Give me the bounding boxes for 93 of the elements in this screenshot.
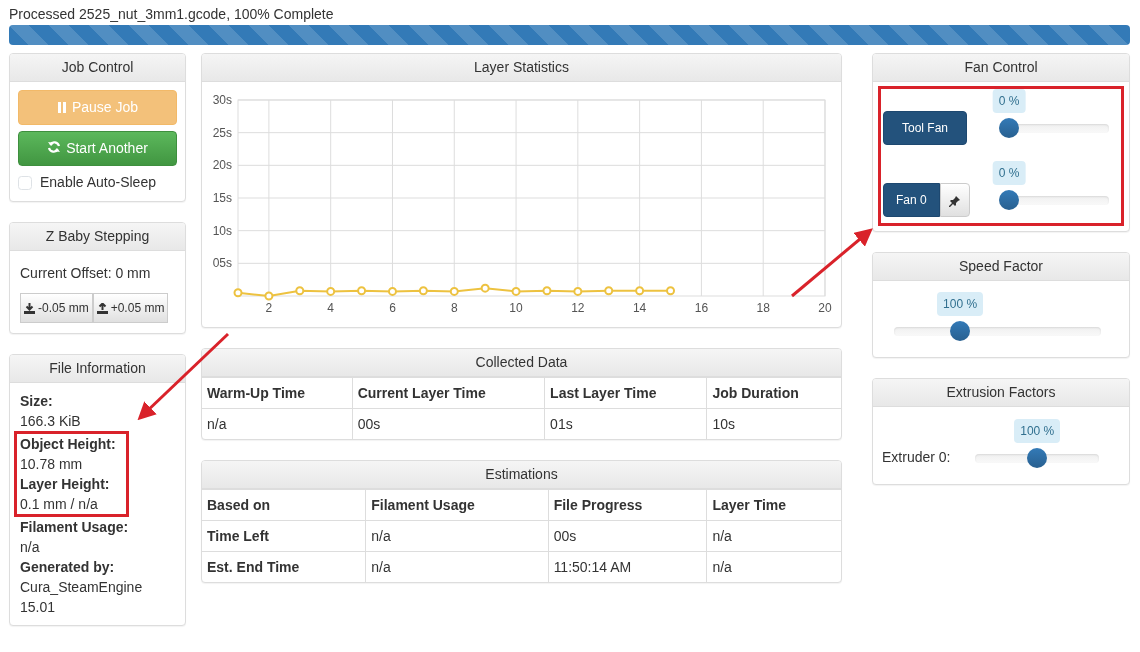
row-header: Time Left xyxy=(202,520,366,552)
data-point xyxy=(357,286,367,296)
info-label: Layer Height: xyxy=(20,475,111,494)
data-point xyxy=(326,286,336,296)
table-cell: n/a xyxy=(365,520,549,552)
x-tick-label: 4 xyxy=(327,301,335,315)
table-cell: n/a xyxy=(365,551,549,582)
data-point xyxy=(295,286,305,296)
pause-icon xyxy=(56,102,67,113)
step-down-button[interactable]: -0.05 mm xyxy=(20,293,93,323)
panel-title: Estimations xyxy=(202,461,841,489)
fan-button[interactable]: Tool Fan xyxy=(883,111,968,145)
data-point xyxy=(418,286,428,296)
info-value: Cura_SteamEngine 15.01 xyxy=(20,578,144,617)
x-tick-label: 12 xyxy=(571,301,585,315)
y-tick-label: 10s xyxy=(212,223,232,238)
current-offset: Current Offset: 0 mm xyxy=(20,264,152,283)
progress-label: Processed 2525_nut_3mm1.gcode, 100% Complete xyxy=(9,5,335,24)
data-point xyxy=(635,286,645,296)
upload-icon xyxy=(96,303,108,315)
data-point xyxy=(604,286,614,296)
x-tick-label: 8 xyxy=(450,301,458,315)
refresh-icon xyxy=(47,140,62,154)
info-label: Filament Usage: xyxy=(20,518,130,537)
column-header: Based on xyxy=(202,489,366,521)
column-header: Last Layer Time xyxy=(544,377,707,409)
info-label: Object Height: xyxy=(20,435,116,454)
x-tick-label: 6 xyxy=(389,301,396,315)
slider-thumb[interactable] xyxy=(999,118,1019,138)
data-point xyxy=(233,288,243,298)
panel-title: Speed Factor xyxy=(873,253,1129,281)
info-label: Generated by: xyxy=(20,558,116,577)
column-header: Layer Time xyxy=(706,489,841,521)
slider-value-tooltip: 0 % xyxy=(992,89,1026,113)
slider-thumb[interactable] xyxy=(950,321,971,341)
panel-title: Layer Statistics xyxy=(202,54,841,82)
slider-value-tooltip: 100 % xyxy=(937,292,984,316)
data-point xyxy=(542,286,552,296)
info-value: 10.78 mm xyxy=(20,455,84,474)
info-label: Size: xyxy=(20,392,54,411)
table-cell: n/a xyxy=(706,551,841,582)
step-up-button[interactable]: +0.05 mm xyxy=(92,293,169,323)
panel-title: Fan Control xyxy=(873,54,1129,82)
table-cell: 00s xyxy=(352,408,545,439)
data-point xyxy=(480,283,490,293)
slider-value-tooltip: 100 % xyxy=(1014,418,1061,443)
info-value: 0.1 mm / n/a xyxy=(20,495,99,514)
panel-title: Extrusion Factors xyxy=(873,379,1129,407)
table-cell: 00s xyxy=(548,520,707,552)
y-tick-label: 20s xyxy=(212,158,232,173)
data-point xyxy=(666,286,676,296)
checkbox-label: Enable Auto-Sleep xyxy=(40,173,156,192)
data-point xyxy=(511,286,521,296)
x-tick-label: 2 xyxy=(265,301,273,315)
pin-icon xyxy=(948,194,961,207)
table-cell: 11:50:14 AM xyxy=(548,551,707,582)
x-tick-label: 20 xyxy=(818,301,832,315)
column-header: Job Duration xyxy=(707,377,841,409)
slider-thumb[interactable] xyxy=(999,190,1019,210)
x-tick-label: 18 xyxy=(756,301,770,315)
slider-value-tooltip: 0 % xyxy=(992,161,1026,185)
info-value: n/a xyxy=(20,538,41,557)
y-tick-label: 15s xyxy=(212,191,232,205)
info-value: 166.3 KiB xyxy=(20,412,82,431)
y-tick-label: 30s xyxy=(212,93,232,107)
x-tick-label: 14 xyxy=(632,301,647,315)
panel-title: Collected Data xyxy=(202,349,841,377)
y-tick-label: 05s xyxy=(212,256,232,271)
data-point xyxy=(264,291,274,301)
data-point xyxy=(449,286,459,296)
column-header: File Progress xyxy=(548,489,707,521)
table-cell: 10s xyxy=(707,408,841,439)
download-icon xyxy=(24,303,35,315)
table-cell: n/a xyxy=(202,408,353,439)
pin-button[interactable] xyxy=(939,183,970,217)
auto-sleep-checkbox[interactable] xyxy=(18,175,32,190)
slider-thumb[interactable] xyxy=(1027,447,1048,468)
panel-title: Z Baby Stepping xyxy=(10,223,185,251)
row-header: Est. End Time xyxy=(202,551,366,582)
extruder-label: Extruder 0: xyxy=(882,448,951,467)
table-cell: 01s xyxy=(544,408,707,439)
panel-title: File Information xyxy=(10,355,185,383)
x-tick-label: 10 xyxy=(509,301,523,315)
column-header: Current Layer Time xyxy=(352,377,545,409)
data-point xyxy=(387,286,397,296)
data-point xyxy=(573,286,583,296)
panel-title: Job Control xyxy=(10,54,185,82)
x-tick-label: 16 xyxy=(694,301,709,315)
fan-button[interactable]: Fan 0 xyxy=(883,183,940,217)
y-tick-label: 25s xyxy=(212,125,232,140)
column-header: Filament Usage xyxy=(365,489,549,521)
column-header: Warm-Up Time xyxy=(202,377,353,409)
table-cell: n/a xyxy=(706,520,841,552)
